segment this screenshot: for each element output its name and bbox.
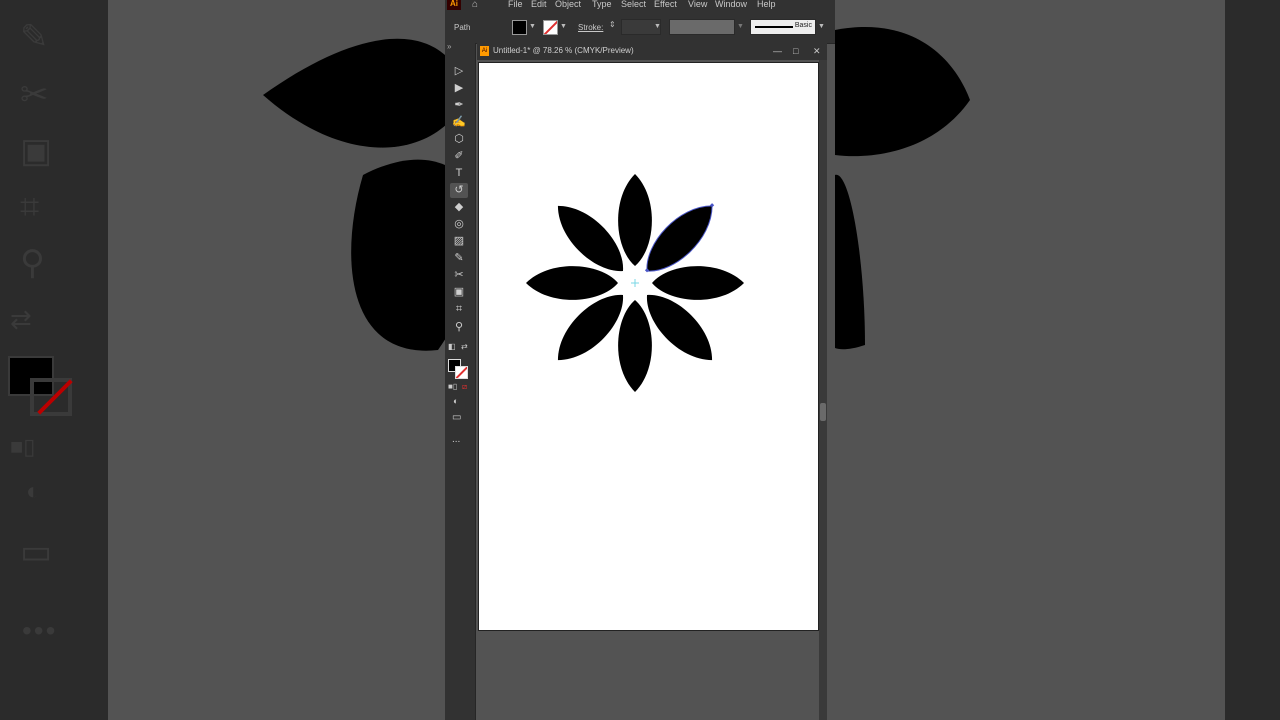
menu-view[interactable]: View xyxy=(688,0,707,9)
paintbrush-tool-icon[interactable]: ✐ xyxy=(450,149,468,164)
menu-type[interactable]: Type xyxy=(592,0,612,9)
tools-panel: » ▷ ▶ ✒ ✍ ⬡ ✐ T ↺ ◆ ◎ ▨ ✎ ✂ ▣ ⌗ ⚲ ◧ ⇄ ■▯… xyxy=(445,42,476,720)
illustrator-window: Ai ⌂ File Edit Object Type Select Effect… xyxy=(445,0,835,720)
vertical-scrollbar[interactable] xyxy=(819,60,827,720)
document-tab[interactable]: Ai Untitled-1* @ 78.26 % (CMYK/Preview) … xyxy=(477,43,827,60)
stroke-weight-dropdown-icon[interactable]: ▼ xyxy=(654,23,661,30)
artboard[interactable] xyxy=(478,62,819,631)
background-right-blur xyxy=(835,0,1225,720)
artboard-tool-icon[interactable]: ⌗ xyxy=(450,302,468,317)
edit-toolbar-icon[interactable]: ... xyxy=(452,434,460,445)
petal[interactable] xyxy=(618,174,652,266)
petal[interactable] xyxy=(526,266,618,300)
direct-selection-tool-icon[interactable]: ▶ xyxy=(450,81,468,96)
minimize-window-icon[interactable]: — xyxy=(773,45,782,57)
document-ai-icon: Ai xyxy=(480,46,489,56)
close-window-icon[interactable]: ✕ xyxy=(813,45,821,57)
flower-artwork[interactable] xyxy=(525,173,745,393)
background-mid-blur xyxy=(108,0,445,720)
control-bar: Path ▼ ▼ Stroke: ⇕ ▼ ▼ Basic ▼ xyxy=(445,11,835,44)
maximize-window-icon[interactable]: □ xyxy=(793,45,798,57)
document-title: Untitled-1* @ 78.26 % (CMYK/Preview) xyxy=(493,46,634,55)
ghost-blend-icon: ✂ xyxy=(20,76,49,114)
pen-tool-icon[interactable]: ✒ xyxy=(450,98,468,113)
ghost-more-icon: ••• xyxy=(22,615,58,646)
menu-effect[interactable]: Effect xyxy=(654,0,677,9)
variable-width-profile-select[interactable] xyxy=(669,19,735,35)
menu-select[interactable]: Select xyxy=(621,0,646,9)
rotate-tool-icon[interactable]: ↺ xyxy=(450,183,468,198)
stroke-weight-stepper-icon[interactable]: ⇕ xyxy=(609,20,616,29)
swap-colors-icon[interactable]: ⇄ xyxy=(461,342,468,351)
home-icon[interactable]: ⌂ xyxy=(472,0,478,10)
selection-tool-icon[interactable]: ▷ xyxy=(450,64,468,79)
rotate-origin-marker[interactable] xyxy=(631,279,639,287)
background-flower-blur-left xyxy=(263,38,445,351)
draw-mode-icon[interactable]: ◐ xyxy=(453,396,458,406)
screen-mode-icon[interactable]: ▭ xyxy=(452,412,461,423)
background-right-panel xyxy=(1225,0,1280,720)
fill-color-swatch[interactable] xyxy=(512,20,527,35)
shape-builder-tool-icon[interactable]: ◎ xyxy=(450,217,468,232)
ghost-zoom-icon: ⚲ xyxy=(20,244,45,282)
selection-type-label: Path xyxy=(454,23,471,32)
curvature-tool-icon[interactable]: ✍ xyxy=(450,115,468,130)
polygon-tool-icon[interactable]: ⬡ xyxy=(450,132,468,147)
fill-dropdown-icon[interactable]: ▼ xyxy=(529,23,536,30)
canvas-area[interactable] xyxy=(477,60,827,720)
menu-bar: Ai ⌂ File Edit Object Type Select Effect… xyxy=(445,0,835,11)
none-mode-icon[interactable]: ⧄ xyxy=(462,382,467,392)
ai-app-icon: Ai xyxy=(447,0,461,10)
type-tool-icon[interactable]: T xyxy=(450,166,468,181)
ghost-artboard-icon: ⌗ xyxy=(20,188,40,226)
background-left-panel: ✎ ✂ ▣ ⌗ ⚲ ⇄ ■▯ ◐ ▭ ••• xyxy=(0,0,108,720)
brush-definition-select[interactable]: Basic xyxy=(750,19,816,35)
stroke-dropdown-icon[interactable]: ▼ xyxy=(560,23,567,30)
ghost-draw-mode-icon: ◐ xyxy=(26,478,41,505)
stroke-label[interactable]: Stroke: xyxy=(578,23,603,32)
profile-dropdown-icon[interactable]: ▼ xyxy=(737,23,744,30)
zoom-tool-icon[interactable]: ⚲ xyxy=(450,320,468,335)
background-flower-blur-right xyxy=(835,27,970,350)
menu-help[interactable]: Help xyxy=(757,0,776,9)
menu-file[interactable]: File xyxy=(508,0,523,9)
gradient-tool-icon[interactable]: ▨ xyxy=(450,234,468,249)
petal[interactable] xyxy=(618,300,652,392)
symbol-sprayer-tool-icon[interactable]: ▣ xyxy=(450,285,468,300)
ghost-screen-mode-icon: ▭ xyxy=(20,533,53,571)
ghost-swap-icon: ⇄ xyxy=(10,304,32,334)
color-mode-icon[interactable]: ■▯ xyxy=(448,382,457,391)
default-colors-icon[interactable]: ◧ xyxy=(448,342,456,351)
ghost-eyedropper-icon: ✎ xyxy=(20,18,49,56)
ghost-color-modes-icon: ■▯ xyxy=(10,434,36,459)
menu-edit[interactable]: Edit xyxy=(531,0,547,9)
brush-dropdown-icon[interactable]: ▼ xyxy=(818,23,825,30)
collapse-panel-icon[interactable]: » xyxy=(447,42,451,51)
menu-object[interactable]: Object xyxy=(555,0,581,9)
brush-stroke-preview xyxy=(755,26,793,28)
ghost-symbol-icon: ▣ xyxy=(20,132,53,170)
toolbar-stroke-swatch[interactable] xyxy=(455,366,468,379)
brush-name-label: Basic xyxy=(794,22,812,29)
eraser-tool-icon[interactable]: ◆ xyxy=(450,200,468,215)
menu-window[interactable]: Window xyxy=(715,0,747,9)
stroke-color-swatch[interactable] xyxy=(543,20,558,35)
blend-tool-icon[interactable]: ✂ xyxy=(450,268,468,283)
scrollbar-thumb[interactable] xyxy=(820,403,826,421)
petal[interactable] xyxy=(652,266,744,300)
eyedropper-tool-icon[interactable]: ✎ xyxy=(450,251,468,266)
